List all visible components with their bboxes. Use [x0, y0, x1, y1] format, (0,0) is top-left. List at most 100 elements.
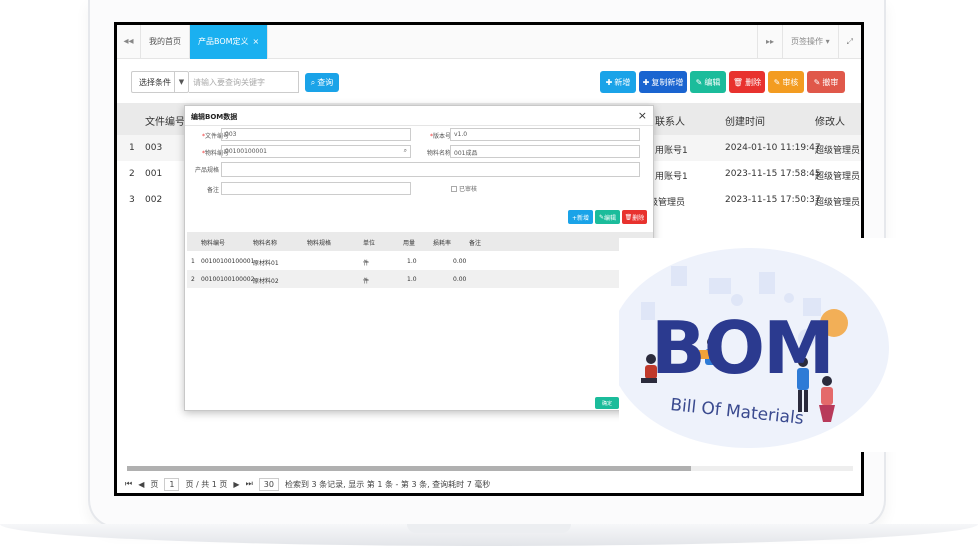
add-button[interactable]: ✚ 新增 [600, 71, 636, 93]
page-size-select[interactable]: 30 [258, 477, 279, 491]
tab-operations-dropdown[interactable]: 页签操作 ▾ [782, 25, 838, 59]
copy-add-label: 复制新增 [651, 77, 684, 87]
close-icon[interactable]: × [638, 109, 647, 122]
checkbox-box[interactable] [451, 185, 457, 192]
next-page-icon[interactable]: ▶ [233, 480, 239, 489]
version-label: *版本号 [429, 133, 451, 140]
remark-label: 备注 [206, 187, 219, 194]
confirm-button[interactable]: 确定 [595, 397, 619, 409]
pager: ⏮ ◀ 页 1 页 / 共 1 页 ▶ ⏭ 30 检索到 3 条记录, 显示 第… [125, 476, 845, 492]
material-code-field[interactable]: 00100100001 ⌕ [221, 145, 411, 158]
search-icon: ⌕ [310, 77, 316, 87]
sub-col-remark[interactable]: 备注 [469, 238, 481, 247]
tab-home-label: 我的首页 [149, 37, 181, 46]
detail-code: 00100100100001 [201, 258, 255, 265]
detail-row[interactable]: 1 00100100100001 原材料01 件 1.0 0.00 [187, 252, 653, 270]
detail-loss: 0.00 [453, 276, 467, 283]
detail-unit: 件 [363, 278, 370, 285]
detail-loss: 0.00 [453, 258, 467, 265]
edit-label: 编辑 [704, 77, 721, 87]
col-contact[interactable]: 联系人 [655, 113, 685, 128]
tab-scroll-right-button[interactable]: ▸▸ [757, 25, 782, 59]
edit-button[interactable]: ✎ 编辑 [690, 71, 726, 93]
doc-no-field[interactable]: 003 [221, 128, 411, 141]
bom-headline: BOM [651, 306, 835, 390]
sub-col-code[interactable]: 物料编号 [201, 238, 225, 247]
query-label: 查询 [317, 78, 334, 87]
detail-unit: 件 [363, 260, 370, 267]
plus-icon: ✚ [605, 77, 613, 87]
tab-bom-definition[interactable]: 产品BOM定义 × [190, 25, 269, 59]
audited-label: 已审核 [459, 186, 478, 193]
audited-checkbox[interactable]: 已审核 [451, 184, 477, 193]
sub-col-spec[interactable]: 物料规格 [307, 238, 331, 247]
laptop-notch [407, 524, 571, 533]
edit-icon: ✎ [813, 77, 821, 87]
audit-label: 审核 [782, 77, 799, 87]
tab-close-icon[interactable]: × [253, 37, 260, 46]
detail-code: 00100100100002 [201, 276, 255, 283]
detail-index: 2 [191, 276, 195, 283]
sub-col-qty[interactable]: 用量 [403, 238, 415, 247]
delete-button[interactable]: 🗑 删除 [729, 71, 765, 93]
trash-icon: 🗑 [624, 213, 633, 221]
unaudit-label: 撤审 [822, 77, 839, 87]
scrollbar-thumb[interactable] [127, 466, 691, 471]
detail-index: 1 [191, 258, 195, 265]
horizontal-scrollbar[interactable] [127, 466, 853, 471]
row-index: 1 [129, 143, 135, 153]
delete-label: 删除 [745, 77, 762, 87]
row-contact: 级管理员 [649, 198, 686, 208]
col-doc-no[interactable]: 文件编号 [145, 113, 185, 128]
sub-col-unit[interactable]: 单位 [363, 238, 375, 247]
detail-name: 原材料01 [253, 260, 279, 267]
dialog-title: 编辑BOM数据 [185, 106, 653, 126]
material-name-field[interactable]: 001成品 [450, 145, 640, 158]
spec-field[interactable] [221, 162, 640, 177]
sub-col-loss[interactable]: 损耗率 [433, 238, 451, 247]
page-label: 页 [150, 479, 159, 489]
pager-summary: 检索到 3 条记录, 显示 第 1 条 - 第 3 条, 查询耗时 7 毫秒 [284, 479, 491, 489]
audit-button[interactable]: ✎ 审核 [768, 71, 804, 93]
copy-add-button[interactable]: ✚ 复制新增 [639, 71, 687, 93]
sub-col-name[interactable]: 物料名称 [253, 238, 277, 247]
page-total: 页 / 共 1 页 [185, 479, 228, 489]
search-icon[interactable]: ⌕ [404, 147, 407, 155]
tab-home[interactable]: 我的首页 [141, 25, 190, 59]
detail-row[interactable]: 2 00100100100002 原材料02 件 1.0 0.00 [187, 270, 653, 288]
detail-edit-button[interactable]: ✎ 编辑 [595, 210, 620, 224]
col-modifier[interactable]: 修改人 [815, 113, 845, 128]
remark-field[interactable] [221, 182, 411, 195]
row-index: 3 [129, 195, 135, 205]
detail-add-button[interactable]: +新增 [568, 210, 593, 224]
condition-select[interactable]: 选择条件 ▼ [131, 71, 189, 93]
row-created: 2023-11-15 17:50:37 [725, 195, 821, 205]
row-modifier: 超级管理员 [815, 172, 861, 182]
row-contact: 用账号1 [655, 146, 688, 156]
search-input[interactable]: 请输入要查询关键字 [189, 71, 299, 93]
tab-bom-label: 产品BOM定义 [198, 37, 249, 46]
row-doc-no: 002 [145, 195, 163, 205]
last-page-icon[interactable]: ⏭ [246, 479, 253, 489]
toolbar: 选择条件 ▼ 请输入要查询关键字 ⌕ 查询 ✚ 新增 ✚ 复制新增 ✎ 编辑 🗑 删除 … [131, 71, 845, 93]
query-button[interactable]: ⌕ 查询 [305, 73, 339, 92]
fullscreen-icon[interactable]: ⤢ [837, 25, 861, 59]
version-field[interactable]: v1.0 [450, 128, 640, 141]
first-page-icon[interactable]: ⏮ [125, 479, 132, 489]
row-contact: 用账号1 [655, 172, 688, 182]
material-code-value: 00100100001 [225, 148, 267, 155]
detail-delete-button[interactable]: 🗑 删除 [622, 210, 647, 224]
edit-icon: ✎ [773, 77, 781, 87]
tab-scroll-left-button[interactable]: ◂◂ [117, 25, 141, 59]
prev-page-icon[interactable]: ◀ [138, 480, 144, 489]
edit-bom-dialog: 编辑BOM数据 × *文件编号 003 *版本号 v1.0 *物料编号 0010… [184, 105, 654, 411]
detail-grid-header: 物料编号 物料名称 物料规格 单位 用量 损耗率 备注 [187, 232, 653, 251]
unaudit-button[interactable]: ✎ 撤审 [807, 71, 845, 93]
add-label: 新增 [614, 77, 631, 87]
row-doc-no: 003 [145, 143, 163, 153]
material-name-label: 物料名称 [426, 150, 451, 157]
page-number-input[interactable]: 1 [164, 477, 180, 491]
col-created[interactable]: 创建时间 [725, 113, 765, 128]
row-modifier: 超级管理员 [815, 146, 861, 156]
edit-icon: ✎ [695, 77, 703, 87]
